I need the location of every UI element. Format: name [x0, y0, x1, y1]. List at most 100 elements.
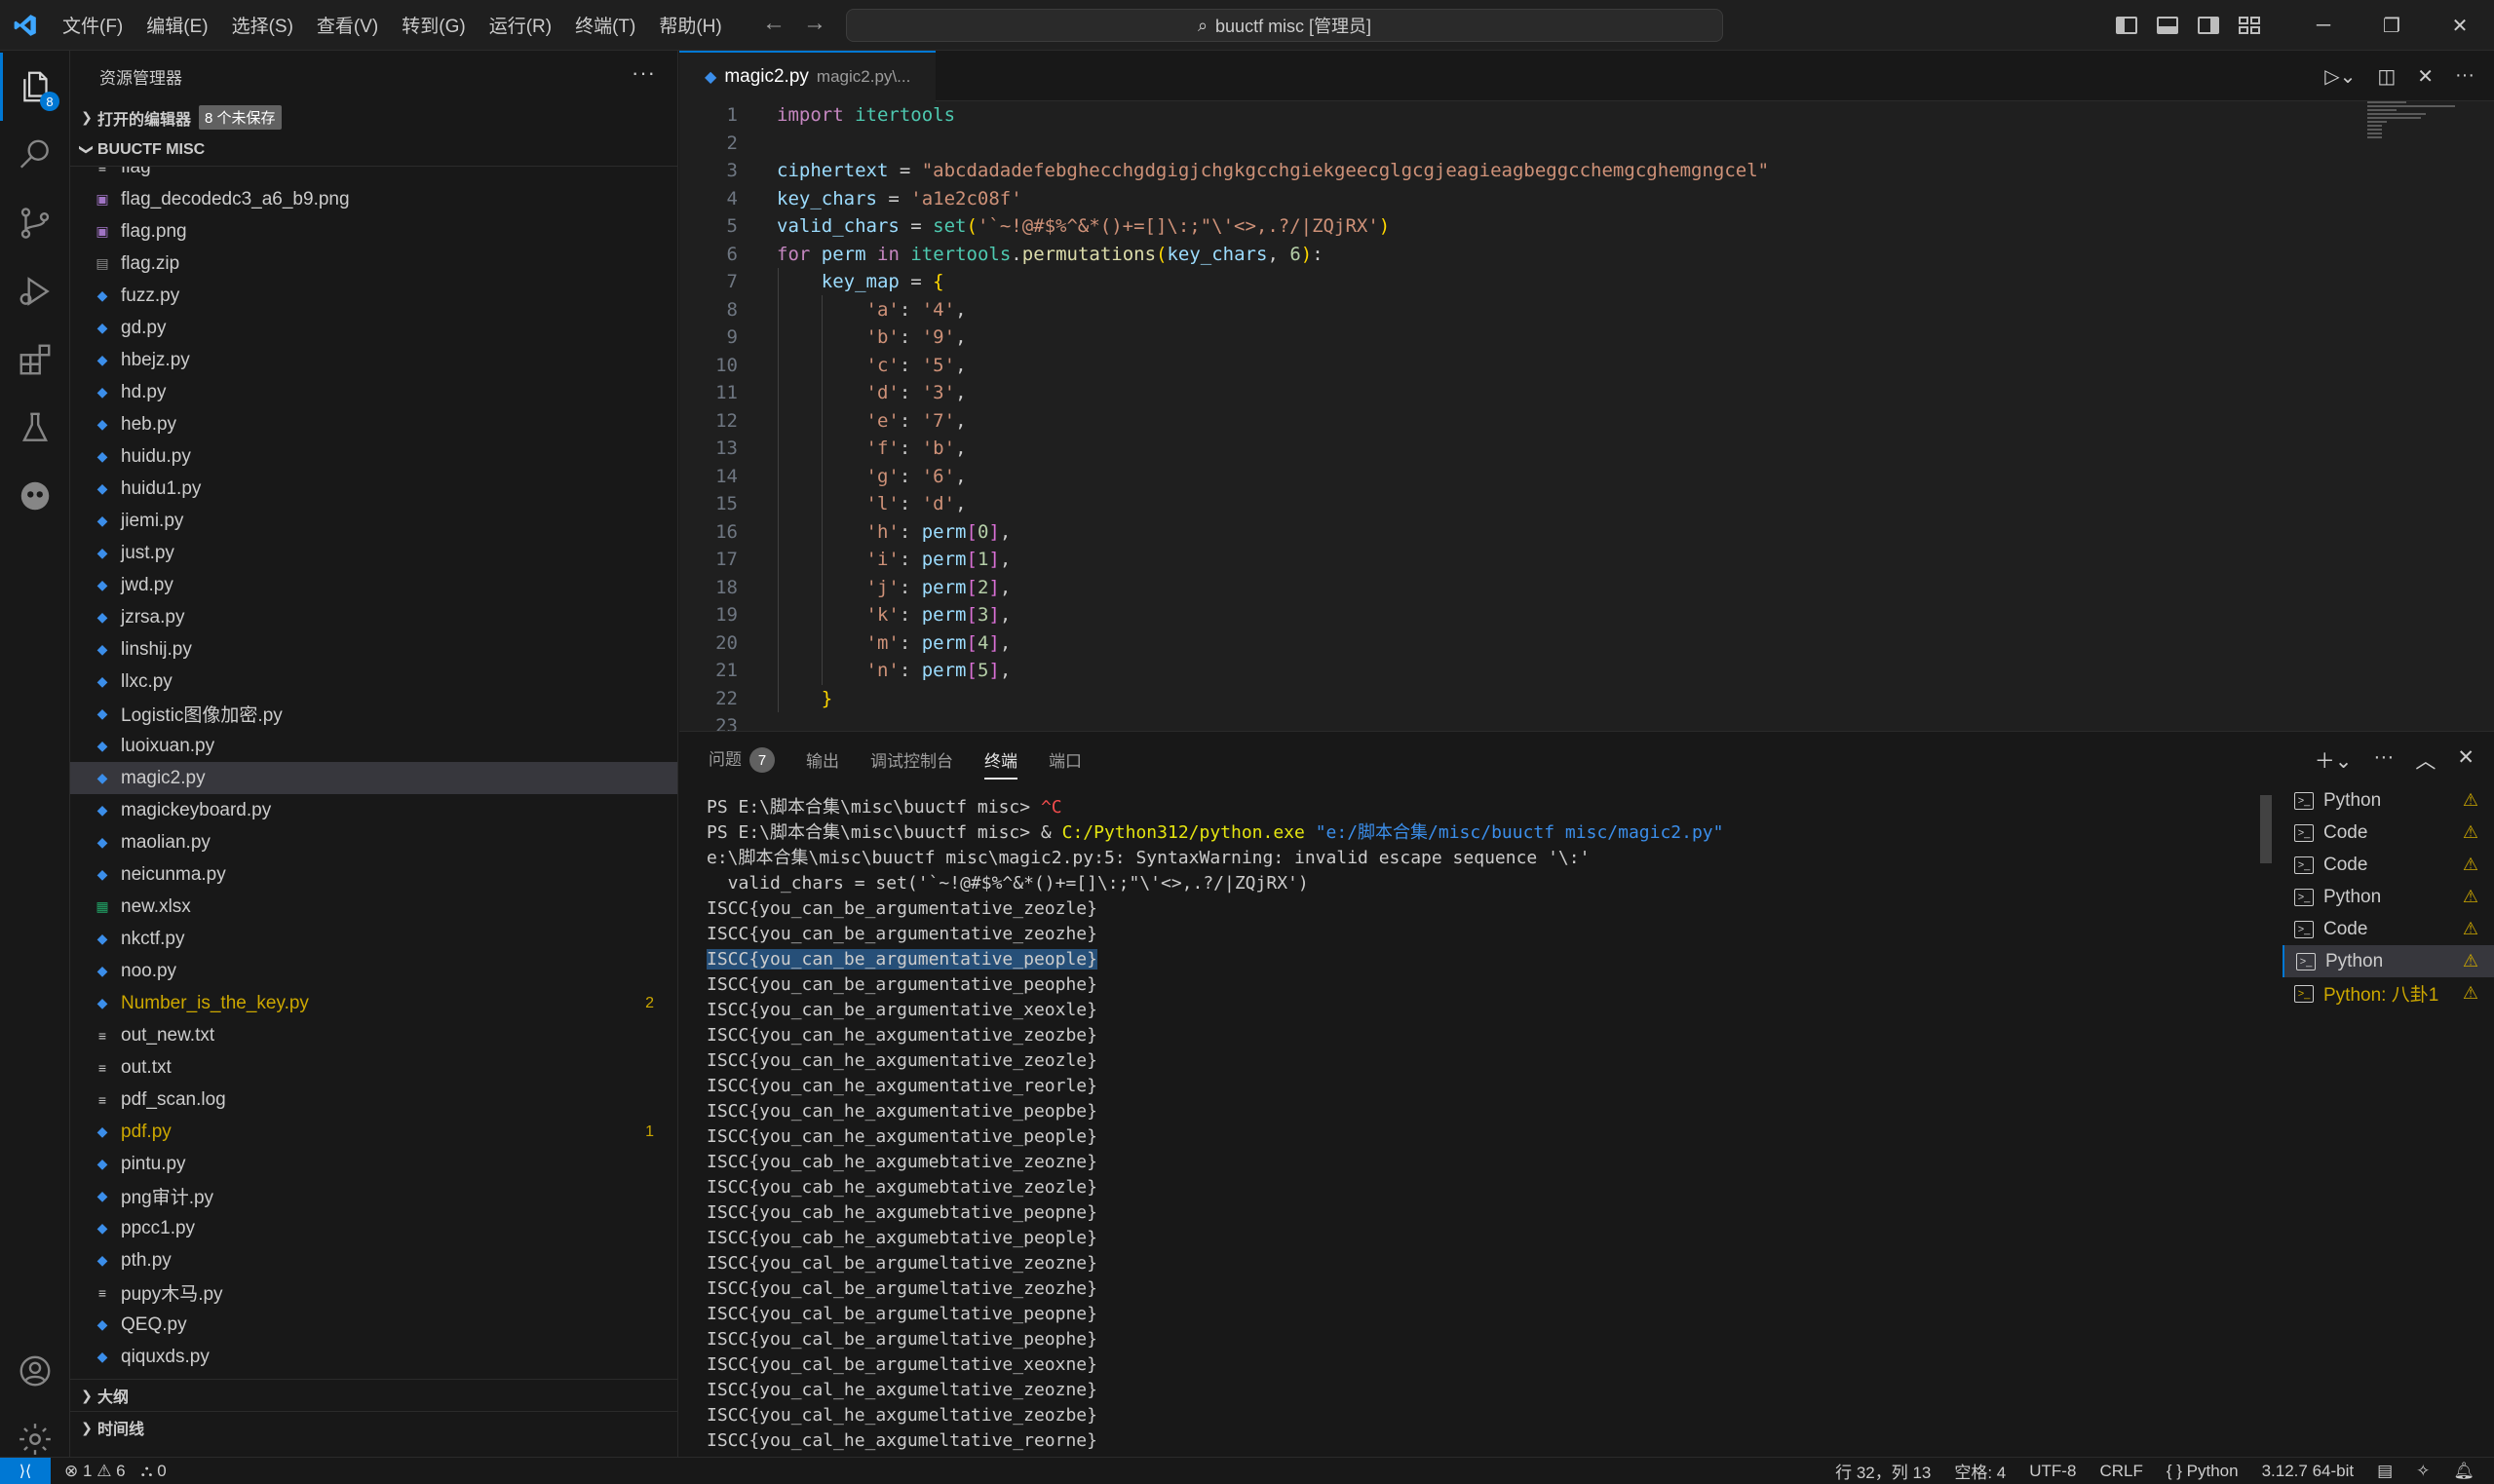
terminal-scrollbar[interactable]: [2260, 795, 2272, 863]
file-row[interactable]: ◆ neicunma.py: [70, 858, 677, 891]
terminal-instance[interactable]: >_ Code ⚠: [2283, 913, 2494, 945]
file-row[interactable]: ◆ ppcc1.py: [70, 1212, 677, 1244]
search-view-icon[interactable]: [0, 121, 70, 189]
file-row[interactable]: ◆ maolian.py: [70, 826, 677, 858]
split-editor-icon[interactable]: ◫: [2377, 64, 2396, 89]
file-row[interactable]: ◆ huidu.py: [70, 440, 677, 473]
encoding[interactable]: UTF-8: [2029, 1462, 2076, 1481]
terminal-output[interactable]: PS E:\脚本合集\misc\buuctf misc> ^C PS E:\脚本合…: [707, 795, 2266, 1458]
terminal-instance[interactable]: >_ Python ⚠: [2283, 881, 2494, 913]
file-row[interactable]: ◆ heb.py: [70, 408, 677, 440]
maximize-panel-icon[interactable]: ︿: [2415, 745, 2436, 775]
command-center[interactable]: ⌕ buuctf misc [管理员]: [846, 9, 1723, 42]
panel-more-icon[interactable]: ···: [2373, 745, 2394, 775]
tab-terminal[interactable]: 终端: [984, 747, 1017, 780]
file-row[interactable]: ◆ pth.py: [70, 1244, 677, 1276]
accounts-icon[interactable]: [0, 1337, 70, 1405]
testing-icon[interactable]: [0, 394, 70, 462]
file-row[interactable]: ▤ flag.zip: [70, 247, 677, 280]
code-editor[interactable]: 23 22 21 20 19 18 17 16 15 14 13 12 11 10 9 8 7 6 5 4 3 2 1 im…: [679, 101, 2494, 731]
folder-section[interactable]: ❯ BUUCTF MISC: [70, 133, 677, 166]
file-row[interactable]: ◆ pintu.py: [70, 1148, 677, 1180]
forward-arrow-icon[interactable]: →: [803, 10, 826, 37]
file-row[interactable]: ◆ jiemi.py: [70, 505, 677, 537]
copilot-status-icon[interactable]: ✧: [2416, 1462, 2430, 1481]
tab-problems[interactable]: 问题 7: [709, 745, 775, 774]
file-row[interactable]: ◆ nkctf.py: [70, 923, 677, 955]
menu-item-3[interactable]: 查看(V): [305, 12, 390, 38]
file-row[interactable]: ◆ Logistic图像加密.py: [70, 698, 677, 730]
indentation[interactable]: 空格: 4: [1954, 1459, 2006, 1483]
file-row[interactable]: ◆qiw.py: [70, 1373, 677, 1378]
file-row[interactable]: ≡ flag: [70, 167, 677, 183]
file-row[interactable]: ▦ new.xlsx: [70, 891, 677, 923]
tab-output[interactable]: 输出: [806, 747, 839, 772]
file-row[interactable]: ◆ png审计.py: [70, 1180, 677, 1212]
file-row[interactable]: ≡ out_new.txt: [70, 1019, 677, 1051]
file-row[interactable]: ◆ Number_is_the_key.py 2: [70, 987, 677, 1019]
file-row[interactable]: ≡ out.txt: [70, 1051, 677, 1084]
back-arrow-icon[interactable]: ←: [762, 10, 786, 37]
close-editor-icon[interactable]: ✕: [2417, 64, 2434, 89]
file-row[interactable]: ◆ qiquxds.py: [70, 1341, 677, 1373]
editor-more-icon[interactable]: ···: [2455, 64, 2475, 89]
layout-icon[interactable]: ▤: [2377, 1462, 2393, 1481]
extensions-icon[interactable]: [0, 325, 70, 394]
file-row[interactable]: ◆ llxc.py: [70, 666, 677, 698]
end-of-line[interactable]: CRLF: [2099, 1462, 2142, 1481]
customize-layout-icon[interactable]: [2239, 17, 2260, 34]
ports-status[interactable]: ⛬ 0: [141, 1462, 167, 1481]
explorer-icon[interactable]: 8: [0, 53, 70, 121]
minimize-button[interactable]: ─: [2289, 15, 2358, 37]
tab-magic2-py[interactable]: ◆ magic2.py magic2.py\...: [679, 51, 937, 101]
source-control-icon[interactable]: [0, 189, 70, 257]
file-row[interactable]: ▣ flag_decodedc3_a6_b9.png: [70, 183, 677, 215]
menu-item-7[interactable]: 帮助(H): [647, 12, 733, 38]
file-row[interactable]: ≡ pupy木马.py: [70, 1276, 677, 1309]
menu-item-0[interactable]: 文件(F): [51, 12, 134, 38]
file-row[interactable]: ◆ pdf.py 1: [70, 1116, 677, 1148]
language-mode[interactable]: { } Python: [2167, 1462, 2239, 1481]
terminal-instance[interactable]: >_ Code ⚠: [2283, 817, 2494, 849]
file-row[interactable]: ◆ gd.py: [70, 312, 677, 344]
remote-indicator-icon[interactable]: ⟩⟨: [0, 1457, 51, 1484]
file-row[interactable]: ◆ just.py: [70, 537, 677, 569]
new-terminal-icon[interactable]: ＋⌄: [2315, 745, 2353, 775]
timeline-section[interactable]: ❯ 时间线: [70, 1411, 677, 1443]
file-row[interactable]: ◆ noo.py: [70, 955, 677, 987]
tab-debug-console[interactable]: 调试控制台: [870, 747, 953, 772]
terminal-instance[interactable]: >_ Code ⚠: [2283, 849, 2494, 881]
toggle-secondary-sidebar-icon[interactable]: [2198, 17, 2219, 34]
menu-item-1[interactable]: 编辑(E): [134, 12, 219, 38]
problems-status[interactable]: ⊗ 1 ⚠ 6: [64, 1462, 126, 1481]
run-debug-icon[interactable]: [0, 257, 70, 325]
file-row[interactable]: ◆ huidu1.py: [70, 473, 677, 505]
menu-item-2[interactable]: 选择(S): [220, 12, 305, 38]
open-editors-section[interactable]: ❯ 打开的编辑器 8 个未保存: [70, 101, 677, 133]
file-row[interactable]: ≡ pdf_scan.log: [70, 1084, 677, 1116]
cursor-position[interactable]: 行 32，列 13: [1835, 1459, 1931, 1483]
tab-ports[interactable]: 端口: [1049, 747, 1082, 772]
more-actions-icon[interactable]: ···: [632, 60, 656, 86]
notifications-bell-icon[interactable]: 🔔︎: [2453, 1462, 2475, 1481]
terminal-instance[interactable]: >_ Python: 八卦1 ⚠: [2283, 977, 2494, 1009]
python-interpreter[interactable]: 3.12.7 64-bit: [2262, 1462, 2355, 1481]
outline-section[interactable]: ❯ 大纲: [70, 1379, 677, 1411]
copilot-icon[interactable]: [0, 462, 70, 530]
file-row[interactable]: ◆ luoixuan.py: [70, 730, 677, 762]
file-row[interactable]: ◆ hd.py: [70, 376, 677, 408]
file-row[interactable]: ◆ fuzz.py: [70, 280, 677, 312]
file-row[interactable]: ◆ QEQ.py: [70, 1309, 677, 1341]
close-panel-icon[interactable]: ✕: [2457, 745, 2475, 775]
file-row[interactable]: ◆ magickeyboard.py: [70, 794, 677, 826]
restore-button[interactable]: ❐: [2358, 14, 2426, 38]
minimap[interactable]: [2367, 101, 2465, 160]
file-row[interactable]: ◆ jzrsa.py: [70, 601, 677, 633]
file-row[interactable]: ◆ jwd.py: [70, 569, 677, 601]
file-row[interactable]: ◆ linshij.py: [70, 633, 677, 666]
run-file-icon[interactable]: ▷⌄: [2324, 64, 2356, 89]
toggle-panel-icon[interactable]: [2157, 17, 2178, 34]
terminal-instance[interactable]: >_ Python ⚠: [2283, 784, 2494, 817]
file-row[interactable]: ▣ flag.png: [70, 215, 677, 247]
file-row[interactable]: ◆ hbejz.py: [70, 344, 677, 376]
